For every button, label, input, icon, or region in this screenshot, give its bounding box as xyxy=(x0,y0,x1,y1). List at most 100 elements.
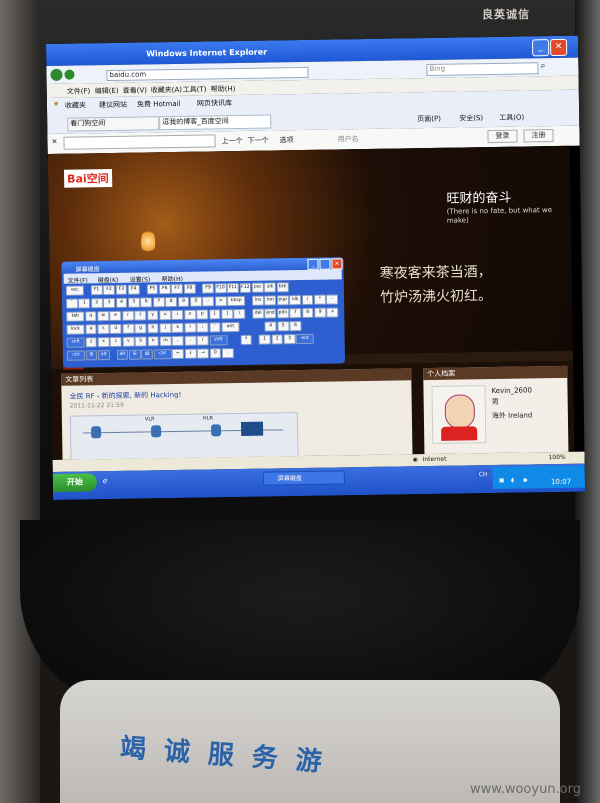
osk-key[interactable]: shft xyxy=(66,337,85,348)
menu-favorites[interactable]: 收藏夹(A) xyxy=(151,85,182,95)
osk-key[interactable]: 1 xyxy=(78,298,91,309)
osk-key[interactable]: x xyxy=(97,337,110,348)
volume-icon[interactable]: ◖ xyxy=(511,477,514,484)
osk-key[interactable]: ⊞ xyxy=(85,350,98,361)
osk-key[interactable]: l xyxy=(184,322,197,333)
toolbar-page[interactable]: 页面(P) xyxy=(417,114,441,124)
osk-key[interactable]: F1 xyxy=(90,285,103,296)
osk-key[interactable]: 2 xyxy=(90,298,103,309)
osk-key[interactable]: k xyxy=(171,322,184,334)
osk-key[interactable]: ins xyxy=(251,295,264,306)
fav-webslice[interactable]: 网页快讯库 xyxy=(197,98,232,109)
menu-file[interactable]: 文件(F) xyxy=(67,86,91,96)
back-icon[interactable] xyxy=(50,68,63,81)
profile-name[interactable]: Kevin_2600 xyxy=(491,386,532,395)
osk-key[interactable]: z xyxy=(85,337,98,348)
osk-key[interactable]: brk xyxy=(276,282,289,293)
osk-key[interactable]: F5 xyxy=(146,284,159,295)
minimize-button[interactable]: _ xyxy=(531,39,550,57)
osk-key[interactable]: b xyxy=(134,336,147,347)
osk-key[interactable]: alt xyxy=(116,349,129,360)
osk-menu-settings[interactable]: 设置(S) xyxy=(130,274,151,283)
osk-key[interactable]: 6 xyxy=(140,297,153,308)
menu-edit[interactable]: 编辑(E) xyxy=(95,86,119,96)
osk-key[interactable]: y xyxy=(146,310,159,321)
osk-key[interactable]: F8 xyxy=(183,283,196,294)
url-field[interactable]: baidu.com xyxy=(106,66,309,82)
osk-key[interactable]: ` xyxy=(66,298,78,309)
osk-key[interactable]: 5 xyxy=(127,297,140,308)
osk-key[interactable]: F3 xyxy=(115,284,128,295)
osk-key[interactable]: w xyxy=(97,311,110,322)
osk-key[interactable]: m xyxy=(159,336,172,347)
osk-key[interactable]: o xyxy=(183,309,196,320)
osk-key[interactable]: tab xyxy=(66,311,85,322)
fav-hotmail[interactable]: 免费 Hotmail xyxy=(137,99,181,110)
network-icon[interactable]: ▣ xyxy=(499,477,505,484)
baidu-space-logo[interactable]: Bai空间 xyxy=(63,168,112,188)
osk-key[interactable]: ' xyxy=(208,322,221,333)
find-options[interactable]: 选项 xyxy=(279,135,293,145)
tab-2[interactable]: 逗我的博客_百度空间 xyxy=(159,114,272,131)
osk-key[interactable]: F2 xyxy=(102,284,115,296)
osk-key[interactable]: g xyxy=(134,323,147,334)
osk-key[interactable]: F6 xyxy=(158,284,171,295)
osk-key[interactable]: ] xyxy=(221,309,234,320)
osk-key[interactable]: pdn xyxy=(276,308,289,319)
osk-close-button[interactable]: ✕ xyxy=(331,258,343,270)
osk-key[interactable]: \ xyxy=(233,308,246,320)
osk-key[interactable]: del xyxy=(252,308,265,319)
osk-key[interactable]: . xyxy=(221,348,234,359)
osk-key[interactable]: u xyxy=(159,310,172,321)
osk-key[interactable]: hm xyxy=(264,295,277,306)
osk-key[interactable]: ent xyxy=(295,333,315,345)
osk-key[interactable]: a xyxy=(85,324,97,335)
favorites-label[interactable]: 收藏夹 xyxy=(65,100,86,110)
osk-key[interactable]: alt xyxy=(97,350,110,361)
find-next[interactable]: 下一个 xyxy=(247,136,268,146)
osk-key[interactable]: slk xyxy=(264,282,277,293)
osk-minimize-button[interactable]: _ xyxy=(307,258,319,270)
osk-key[interactable]: F9 xyxy=(202,283,215,294)
toolbar-safety[interactable]: 安全(S) xyxy=(459,113,483,123)
osk-key[interactable]: 4 xyxy=(264,321,277,332)
osk-key[interactable]: = xyxy=(214,296,227,307)
osk-key[interactable]: p xyxy=(196,309,209,320)
menu-help[interactable]: 帮助(H) xyxy=(211,84,236,94)
osk-key[interactable]: - xyxy=(202,296,215,307)
search-icon[interactable]: ⌕ xyxy=(540,61,545,71)
osk-key[interactable]: ↑ xyxy=(240,334,253,345)
osk-key[interactable]: pup xyxy=(276,295,289,306)
taskbar-item-osk[interactable]: 屏幕键盘 xyxy=(262,470,345,486)
osk-key[interactable]: - xyxy=(326,294,339,305)
start-button[interactable]: 开始 xyxy=(52,473,98,492)
osk-key[interactable]: i xyxy=(171,309,184,321)
osk-key[interactable]: shft xyxy=(209,335,228,346)
osk-maximize-button[interactable] xyxy=(319,258,331,270)
osk-key[interactable]: 9 xyxy=(177,296,190,307)
avatar[interactable] xyxy=(431,385,487,444)
zoom-level[interactable]: 100% xyxy=(549,454,566,461)
find-input[interactable] xyxy=(63,134,216,150)
osk-key[interactable]: q xyxy=(84,311,97,322)
osk-key[interactable]: r xyxy=(121,310,134,321)
osk-key[interactable]: n xyxy=(147,336,160,347)
osk-key[interactable]: d xyxy=(109,323,122,335)
osk-key[interactable]: bksp xyxy=(227,295,246,307)
fav-suggested-sites[interactable]: 建议网站 xyxy=(99,100,127,110)
osk-key[interactable]: F7 xyxy=(171,283,184,295)
osk-key[interactable]: → xyxy=(196,348,209,359)
osk-key[interactable]: j xyxy=(159,323,172,334)
toolbar-tools[interactable]: 工具(O) xyxy=(499,112,524,122)
star-icon[interactable]: ★ xyxy=(53,100,59,108)
osk-key[interactable]: ⊞ xyxy=(128,349,141,360)
tab-1[interactable]: 看门狗空间 xyxy=(67,116,160,132)
osk-key[interactable]: ; xyxy=(196,322,209,333)
close-button[interactable]: ✕ xyxy=(549,38,568,57)
osk-key[interactable]: 5 xyxy=(277,321,290,332)
osk-key[interactable]: [ xyxy=(208,309,221,320)
osk-key[interactable]: f xyxy=(122,323,135,334)
osk-key[interactable]: + xyxy=(326,307,339,318)
osk-key[interactable]: 6 xyxy=(289,321,302,332)
ie-quicklaunch-icon[interactable]: ℯ xyxy=(103,476,108,485)
